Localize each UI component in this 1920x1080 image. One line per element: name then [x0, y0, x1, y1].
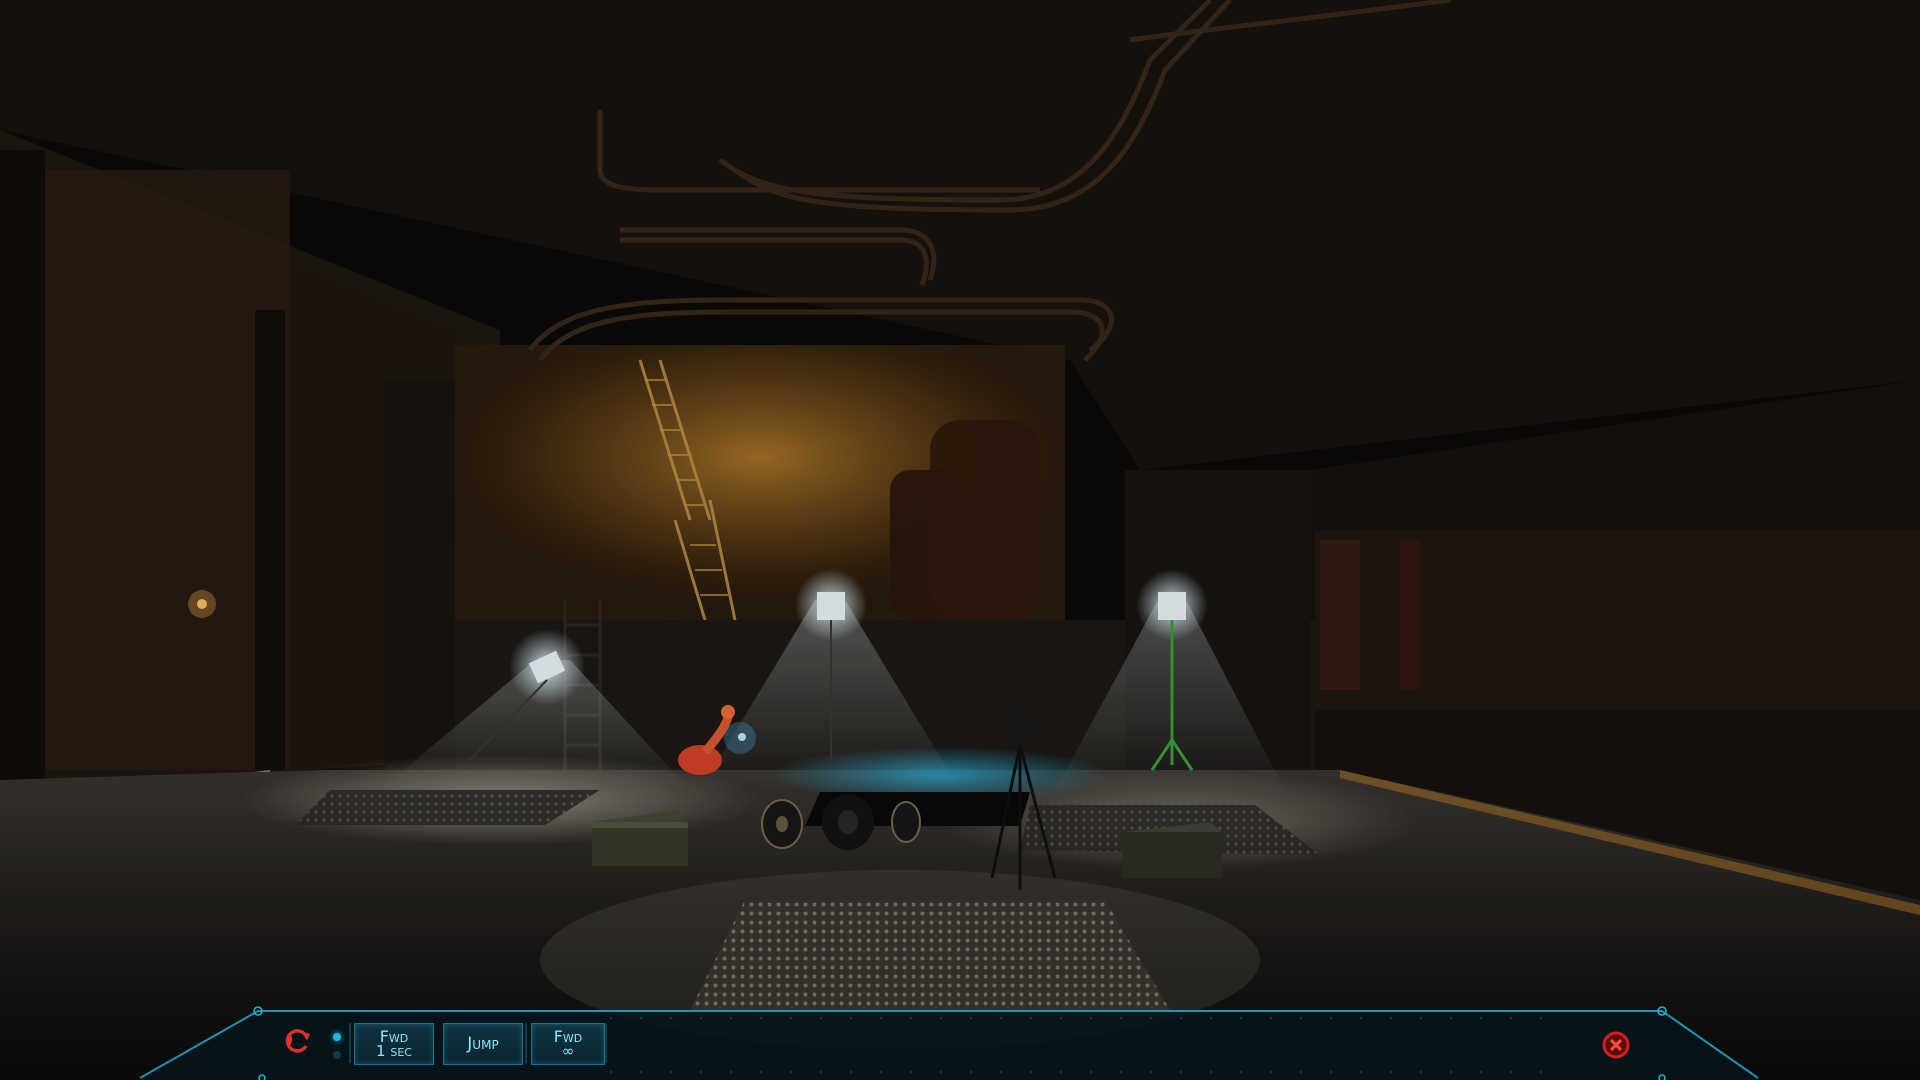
status-dot-icon	[333, 1051, 341, 1059]
fwd-infinite-line2: ∞	[561, 1042, 575, 1060]
fwd-1sec-line2: 1 sec	[376, 1042, 412, 1060]
fwd-1sec-button[interactable]: Fwd 1 sec	[354, 1023, 434, 1065]
jump-label: Jump	[467, 1033, 499, 1054]
close-icon[interactable]	[1601, 1030, 1631, 1060]
refresh-icon[interactable]	[283, 1026, 313, 1056]
game-viewport	[0, 0, 1920, 1080]
jump-button[interactable]: Jump	[443, 1023, 523, 1065]
fwd-infinite-button[interactable]: Fwd ∞	[531, 1023, 605, 1065]
status-dot-icon	[333, 1033, 341, 1041]
